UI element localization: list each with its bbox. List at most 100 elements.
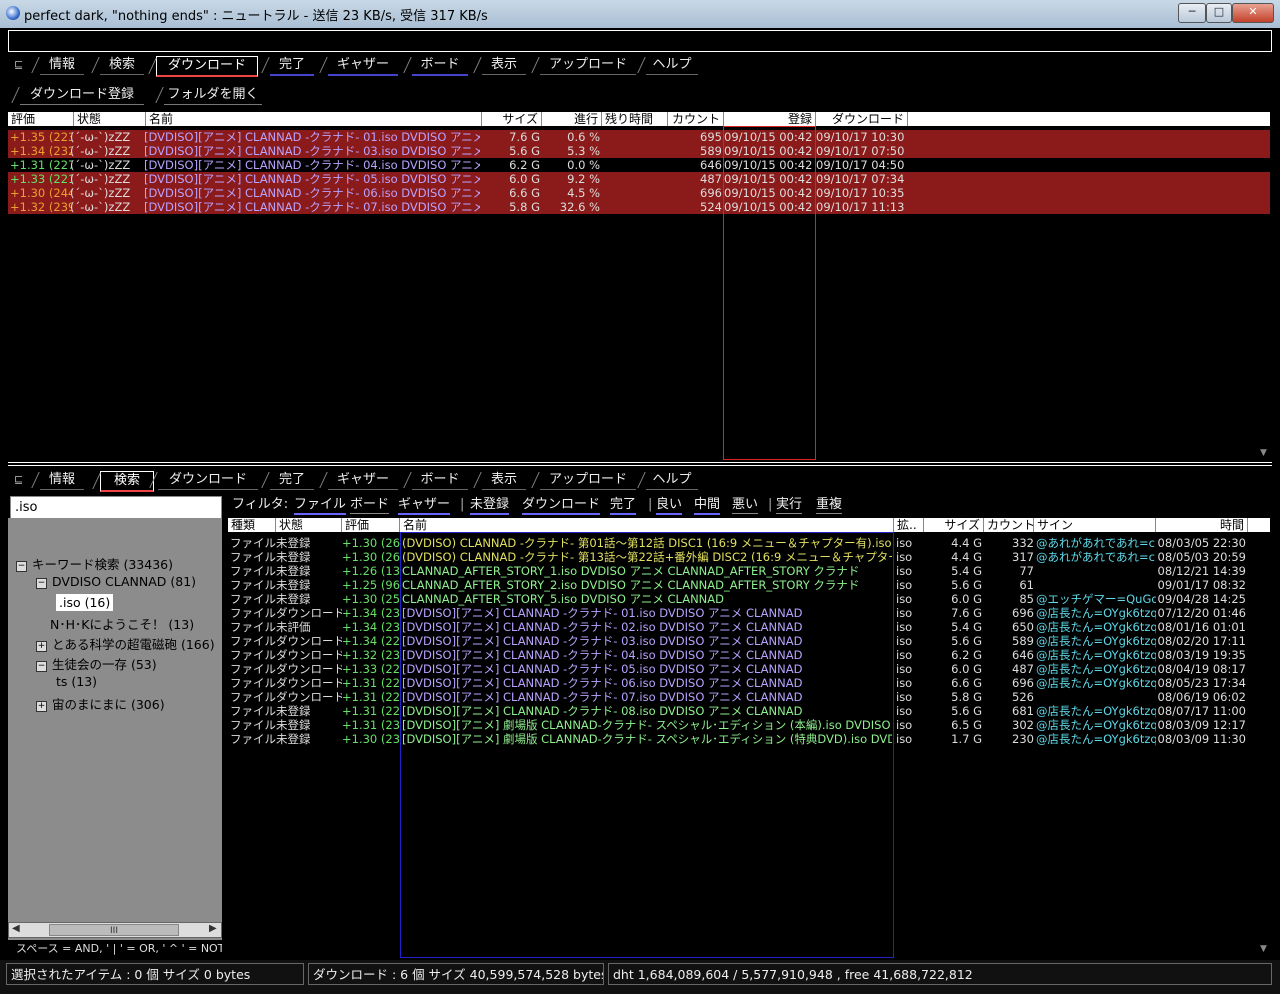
pin-icon[interactable]: ⊑ xyxy=(14,473,23,486)
expand-icon[interactable]: + xyxy=(36,641,47,652)
tab-board[interactable]: ボード xyxy=(412,471,468,490)
tree-node[interactable]: − DVDISO CLANNAD (81) xyxy=(36,574,196,589)
tab-view[interactable]: 表示 xyxy=(482,471,526,490)
col-count[interactable]: カウント xyxy=(984,518,1034,532)
col-registered[interactable]: 登録 xyxy=(724,112,816,126)
filter-file[interactable]: ファイル xyxy=(294,496,347,515)
result-row[interactable]: ファイル未登録 +1.30 (253)CLANNAD_AFTER_STORY_5.… xyxy=(228,592,1270,606)
col-kind[interactable]: 種類 xyxy=(228,518,276,532)
scroll-down-icon[interactable]: ▼ xyxy=(1260,448,1267,458)
result-row[interactable]: ファイルダウンロード+1.31 (227)[DVDISO][アニメ] CLANN… xyxy=(228,690,1270,704)
col-rating[interactable]: 評価 xyxy=(8,112,74,126)
filter-download[interactable]: ダウンロード xyxy=(522,496,601,515)
col-name[interactable]: 名前 xyxy=(146,112,482,126)
tab-info[interactable]: 情報 xyxy=(40,56,84,75)
tab-upload[interactable]: アップロード xyxy=(540,56,636,75)
result-row[interactable]: ファイル未登録 +1.30 (239)[DVDISO][アニメ] 劇場版 CLAN… xyxy=(228,732,1270,746)
filter-running[interactable]: 実行 xyxy=(776,496,803,514)
tab-board[interactable]: ボード xyxy=(412,56,468,76)
download-row[interactable]: +1.31 (227)(´-ω-`)zZZ [DVDISO][アニメ] CLANN… xyxy=(8,158,1270,172)
tab-download[interactable]: ダウンロード xyxy=(156,56,258,77)
result-row[interactable]: ファイル未登録 +1.30 (260)(DVDISO) CLANNAD -クラナド… xyxy=(228,536,1270,550)
col-count[interactable]: カウント xyxy=(668,112,724,126)
tab-search[interactable]: 検索 xyxy=(100,471,154,492)
col-progress[interactable]: 進行 xyxy=(542,112,602,126)
col-sign[interactable]: サイン xyxy=(1034,518,1156,532)
filter-neutral[interactable]: 中間 xyxy=(694,496,721,515)
col-state[interactable]: 状態 xyxy=(276,518,342,532)
result-row[interactable]: ファイルダウンロード+1.34 (224)[DVDISO][アニメ] CLANN… xyxy=(228,634,1270,648)
filter-board[interactable]: ボード xyxy=(350,496,390,514)
download-row[interactable]: +1.32 (239)(´-ω-`)zZZ [DVDISO][アニメ] CLANN… xyxy=(8,200,1270,214)
scroll-right-icon[interactable]: ▶ xyxy=(209,923,217,934)
tree-node[interactable]: − 生徒会の一存 (53) xyxy=(36,654,157,673)
command-bar[interactable] xyxy=(8,30,1272,52)
col-time[interactable]: 時間 xyxy=(1156,518,1248,532)
collapse-icon[interactable]: − xyxy=(16,561,27,572)
tree-node[interactable]: ts (13) xyxy=(56,674,97,689)
col-rating[interactable]: 評価 xyxy=(342,518,400,532)
result-row[interactable]: ファイル未登録 +1.26 (139)CLANNAD_AFTER_STORY_1.… xyxy=(228,564,1270,578)
tab-upload[interactable]: アップロード xyxy=(540,471,636,490)
expand-icon[interactable]: + xyxy=(36,701,47,712)
tab-help[interactable]: ヘルプ xyxy=(646,56,698,75)
tab-info[interactable]: 情報 xyxy=(40,471,84,490)
tree-node[interactable]: + とある科学の超電磁砲 (166) xyxy=(36,634,215,653)
filter-unregistered[interactable]: 未登録 xyxy=(470,496,510,515)
pin-icon[interactable]: ⊑ xyxy=(14,58,23,71)
tab-complete[interactable]: 完了 xyxy=(270,471,314,490)
result-row[interactable]: ファイルダウンロード+1.31 (228)[DVDISO][アニメ] CLANN… xyxy=(228,676,1270,690)
search-input[interactable]: .iso xyxy=(10,496,222,520)
scroll-thumb[interactable]: III xyxy=(49,924,179,936)
tab-complete[interactable]: 完了 xyxy=(270,56,314,76)
minimize-button[interactable]: ─ xyxy=(1178,3,1206,23)
download-register-button[interactable]: ダウンロード登録 xyxy=(20,86,144,105)
close-button[interactable]: ✕ xyxy=(1232,3,1274,23)
download-row[interactable]: +1.34 (232)(´-ω-`)zZZ [DVDISO][アニメ] CLANN… xyxy=(8,144,1270,158)
tree-node[interactable]: + 宙のまにまに (306) xyxy=(36,694,165,713)
row-name: [DVDISO][アニメ] CLANNAD -クラナド- 08.iso DVDI… xyxy=(402,704,803,718)
collapse-icon[interactable]: − xyxy=(36,578,47,589)
tab-view[interactable]: 表示 xyxy=(482,56,526,75)
tree-node[interactable]: .iso (16) xyxy=(56,594,114,611)
result-row[interactable]: ファイル未評価 +1.34 (232)[DVDISO][アニメ] CLANNAD … xyxy=(228,620,1270,634)
col-ext[interactable]: 拡.. xyxy=(894,518,924,532)
col-state[interactable]: 状態 xyxy=(74,112,146,126)
filter-duplicate[interactable]: 重複 xyxy=(816,496,843,514)
maximize-button[interactable]: □ xyxy=(1206,3,1232,23)
col-size[interactable]: サイズ xyxy=(924,518,984,532)
result-row[interactable]: ファイル未登録 +1.31 (226)[DVDISO][アニメ] CLANNAD … xyxy=(228,704,1270,718)
result-row[interactable]: ファイルダウンロード+1.33 (227)[DVDISO][アニメ] CLANN… xyxy=(228,662,1270,676)
tab-gather[interactable]: ギャザー xyxy=(328,56,398,76)
result-row[interactable]: ファイル未登録 +1.31 (234)[DVDISO][アニメ] 劇場版 CLAN… xyxy=(228,718,1270,732)
tab-gather[interactable]: ギャザー xyxy=(328,471,398,490)
tab-download[interactable]: ダウンロード xyxy=(158,471,258,490)
col-remaining[interactable]: 残り時間 xyxy=(602,112,668,126)
download-row[interactable]: +1.33 (221)(´-ω-`)zZZ [DVDISO][アニメ] CLANN… xyxy=(8,172,1270,186)
filter-bad[interactable]: 悪い xyxy=(732,496,759,514)
open-folder-button[interactable]: フォルダを開く xyxy=(164,86,262,105)
result-row[interactable]: ファイルダウンロード+1.32 (231)[DVDISO][アニメ] CLANN… xyxy=(228,648,1270,662)
col-size[interactable]: サイズ xyxy=(482,112,542,126)
row-ext: iso xyxy=(896,662,913,676)
col-download-time[interactable]: ダウンロード xyxy=(816,112,908,126)
download-row[interactable]: +1.35 (223)(´-ω-`)zZZ [DVDISO][アニメ] CLANN… xyxy=(8,130,1270,144)
scroll-left-icon[interactable]: ◀ xyxy=(12,923,20,934)
col-name[interactable]: 名前 xyxy=(400,518,894,532)
filter-complete[interactable]: 完了 xyxy=(610,496,637,515)
filter-good[interactable]: 良い xyxy=(656,496,683,515)
tab-search[interactable]: 検索 xyxy=(100,56,144,75)
tab-help[interactable]: ヘルプ xyxy=(646,471,698,490)
result-row[interactable]: ファイル未登録 +1.30 (260)(DVDISO) CLANNAD -クラナド… xyxy=(228,550,1270,564)
row-state: ダウンロード xyxy=(276,690,342,704)
scroll-down-icon[interactable]: ▼ xyxy=(1260,944,1267,954)
tree-node[interactable]: N･H･Kにようこそ！ (13) xyxy=(50,614,194,633)
result-row[interactable]: ファイル 未登録 +1.25 (96) CLANNAD_AFTER_STORY_2.i… xyxy=(228,578,1270,592)
download-row[interactable]: +1.30 (244)(´-ω-`)zZZ [DVDISO][アニメ] CLANN… xyxy=(8,186,1270,200)
filter-gather[interactable]: ギャザー xyxy=(398,496,451,515)
collapse-icon[interactable]: − xyxy=(36,661,47,672)
tree-hscrollbar[interactable]: ◀ III ▶ xyxy=(8,922,222,938)
panel-splitter[interactable] xyxy=(8,462,1272,466)
result-row[interactable]: ファイルダウンロード+1.34 (232)[DVDISO][アニメ] CLANN… xyxy=(228,606,1270,620)
tree-node[interactable]: − キーワード検索 (33436) xyxy=(16,554,173,573)
